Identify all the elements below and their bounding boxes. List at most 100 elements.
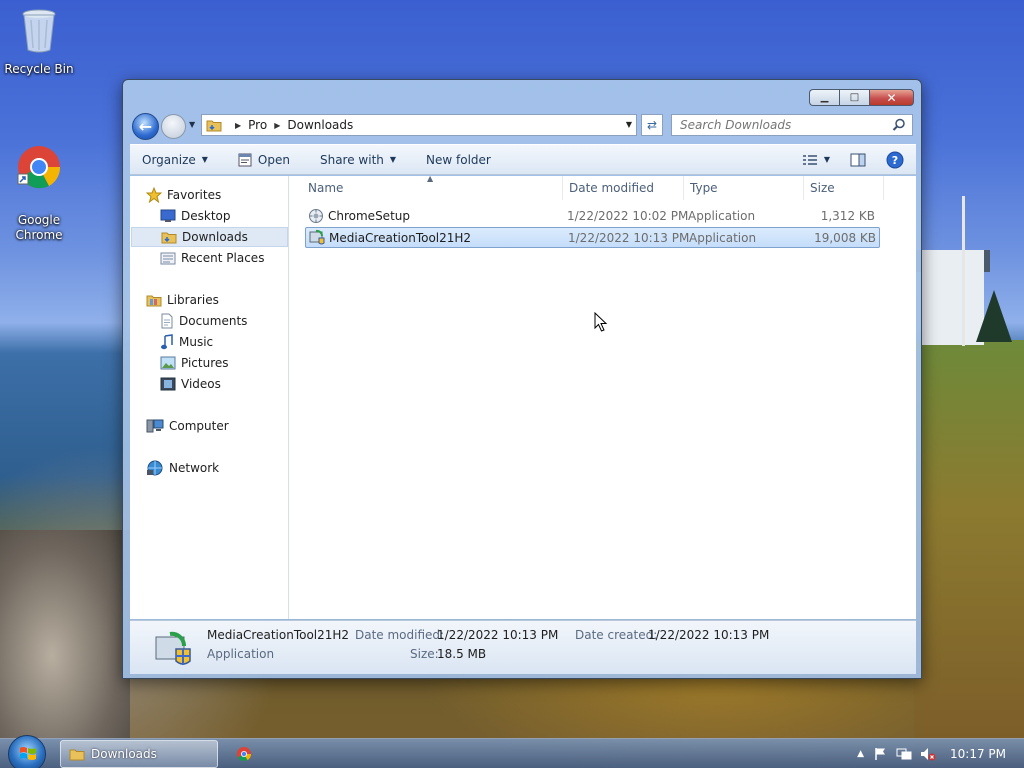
address-bar[interactable]: ▶ Pro ▶ Downloads ▼	[201, 114, 637, 136]
column-header-date-modified[interactable]: Date modified	[563, 176, 684, 200]
libraries-icon	[146, 293, 162, 307]
file-date-modified: 1/22/2022 10:13 PM	[568, 231, 690, 245]
file-type: Application	[689, 231, 757, 245]
caption-buttons: ▁ □ ✕	[809, 89, 914, 106]
column-label: Size	[810, 181, 835, 195]
details-pane: MediaCreationTool21H2 Application Date m…	[130, 620, 916, 674]
file-row-chromesetup[interactable]: ChromeSetup 1/22/2022 10:02 PM Applicati…	[305, 206, 880, 227]
chevron-up-icon: ▲	[857, 749, 864, 759]
refresh-button[interactable]: ⇄	[641, 114, 663, 136]
desktop-icon-recycle-bin[interactable]: Recycle Bin	[0, 8, 78, 77]
svg-text:?: ?	[892, 154, 898, 167]
details-size: 18.5 MB	[437, 647, 487, 661]
chrome-icon	[236, 747, 252, 765]
help-icon: ?	[886, 151, 904, 169]
file-row-mediacreationtool21h2[interactable]: MediaCreationTool21H2 1/22/2022 10:13 PM…	[305, 227, 880, 248]
star-icon	[146, 187, 162, 203]
search-input[interactable]	[680, 118, 885, 132]
details-date-created: 1/22/2022 10:13 PM	[648, 628, 770, 642]
taskbar-item-downloads[interactable]: Downloads	[60, 740, 218, 768]
nav-documents[interactable]: Documents	[160, 311, 247, 331]
nav-favorites[interactable]: Favorites	[146, 185, 221, 205]
column-header-size[interactable]: Size	[804, 176, 884, 200]
nav-label: Documents	[179, 314, 248, 328]
minimize-button[interactable]: ▁	[809, 89, 839, 106]
breadcrumb-downloads[interactable]: Downloads	[287, 118, 353, 132]
installer-icon	[308, 208, 324, 227]
file-date-modified: 1/22/2022 10:02 PM	[567, 209, 689, 223]
explorer-window: ▁ □ ✕ ← ▼ ▶ Pro ▶ Downloads ▼ ⇄ Search D…	[122, 79, 922, 679]
nav-desktop[interactable]: Desktop	[160, 206, 231, 226]
forward-button[interactable]	[161, 114, 186, 139]
desktop-wallpaper-house	[922, 250, 984, 345]
preview-pane-button[interactable]	[840, 153, 876, 167]
new-folder-label: New folder	[426, 152, 491, 167]
nav-recent-places[interactable]: Recent Places	[160, 248, 264, 268]
windows-logo-icon	[19, 746, 37, 762]
chevron-down-icon[interactable]: ▼	[626, 120, 632, 129]
caret-down-icon: ▼	[389, 155, 397, 164]
nav-computer[interactable]: Computer	[146, 416, 229, 436]
desktop-icon-google-chrome[interactable]: Google Chrome	[0, 114, 78, 243]
documents-icon	[160, 313, 174, 329]
action-center-icon[interactable]	[874, 747, 888, 761]
desktop-icon-label: Google Chrome	[15, 213, 63, 242]
taskbar-item-label: Downloads	[91, 747, 157, 761]
taskbar-item-chrome[interactable]	[236, 746, 252, 765]
column-header-type[interactable]: Type	[684, 176, 804, 200]
share-with-button[interactable]: Share with ▼	[310, 145, 406, 174]
nav-videos[interactable]: Videos	[160, 374, 221, 394]
minimize-icon: ▁	[820, 92, 829, 103]
details-date-modified: 1/22/2022 10:13 PM	[437, 628, 559, 642]
nav-label: Downloads	[182, 230, 248, 244]
pictures-icon	[160, 356, 176, 370]
nav-network[interactable]: Network	[146, 458, 219, 478]
maximize-icon: □	[849, 92, 860, 103]
maximize-button[interactable]: □	[839, 89, 869, 106]
recent-pages-dropdown[interactable]: ▼	[189, 120, 195, 129]
search-icon[interactable]	[892, 118, 906, 135]
chevron-right-icon[interactable]: ▶	[274, 121, 280, 130]
folder-icon	[69, 747, 85, 761]
column-header-name[interactable]: Name	[290, 176, 563, 200]
nav-label: Pictures	[181, 356, 229, 370]
folder-icon	[206, 118, 222, 132]
help-button[interactable]: ?	[876, 151, 916, 169]
chevron-down-icon: ▼	[189, 120, 196, 129]
column-label: Name	[308, 181, 344, 195]
start-button[interactable]	[8, 735, 46, 768]
command-bar: Organize ▼ Open Share with ▼ New folder …	[130, 144, 916, 175]
nav-libraries[interactable]: Libraries	[146, 290, 219, 310]
downloads-folder-icon	[161, 230, 177, 244]
chrome-icon	[0, 129, 78, 194]
change-view-button[interactable]: ▼	[792, 154, 840, 166]
network-tray-icon[interactable]	[896, 747, 912, 761]
back-button[interactable]: ←	[132, 113, 159, 140]
show-hidden-icons-button[interactable]: ▲	[857, 749, 864, 759]
taskbar-clock[interactable]: 10:17 PM	[936, 747, 1024, 761]
file-size: 1,312 KB	[820, 209, 875, 223]
search-box[interactable]	[671, 114, 913, 136]
desktop-wallpaper-hill	[914, 340, 1024, 768]
desktop-wallpaper-rocks	[0, 530, 130, 740]
view-list-icon	[802, 154, 818, 166]
breadcrumb-pro[interactable]: Pro	[248, 118, 267, 132]
organize-label: Organize	[142, 152, 196, 167]
file-list: ▲ Name Date modified Type Size ChromeSet…	[290, 174, 916, 619]
new-folder-button[interactable]: New folder	[416, 145, 501, 174]
nav-pictures[interactable]: Pictures	[160, 353, 229, 373]
open-button[interactable]: Open	[228, 145, 300, 174]
toolbar-right: ▼ ?	[792, 151, 916, 169]
nav-downloads[interactable]: Downloads	[131, 227, 288, 247]
music-note-icon	[160, 334, 174, 350]
nav-music[interactable]: Music	[160, 332, 213, 352]
organize-button[interactable]: Organize ▼	[130, 145, 218, 174]
details-date-modified-label: Date modified:	[355, 628, 445, 642]
chevron-right-icon[interactable]: ▶	[235, 121, 241, 130]
volume-muted-icon[interactable]	[920, 747, 936, 761]
nav-label: Favorites	[167, 188, 222, 202]
close-button[interactable]: ✕	[869, 89, 914, 106]
close-icon: ✕	[886, 90, 897, 105]
file-name: ChromeSetup	[328, 209, 410, 223]
nav-label: Music	[179, 335, 214, 349]
